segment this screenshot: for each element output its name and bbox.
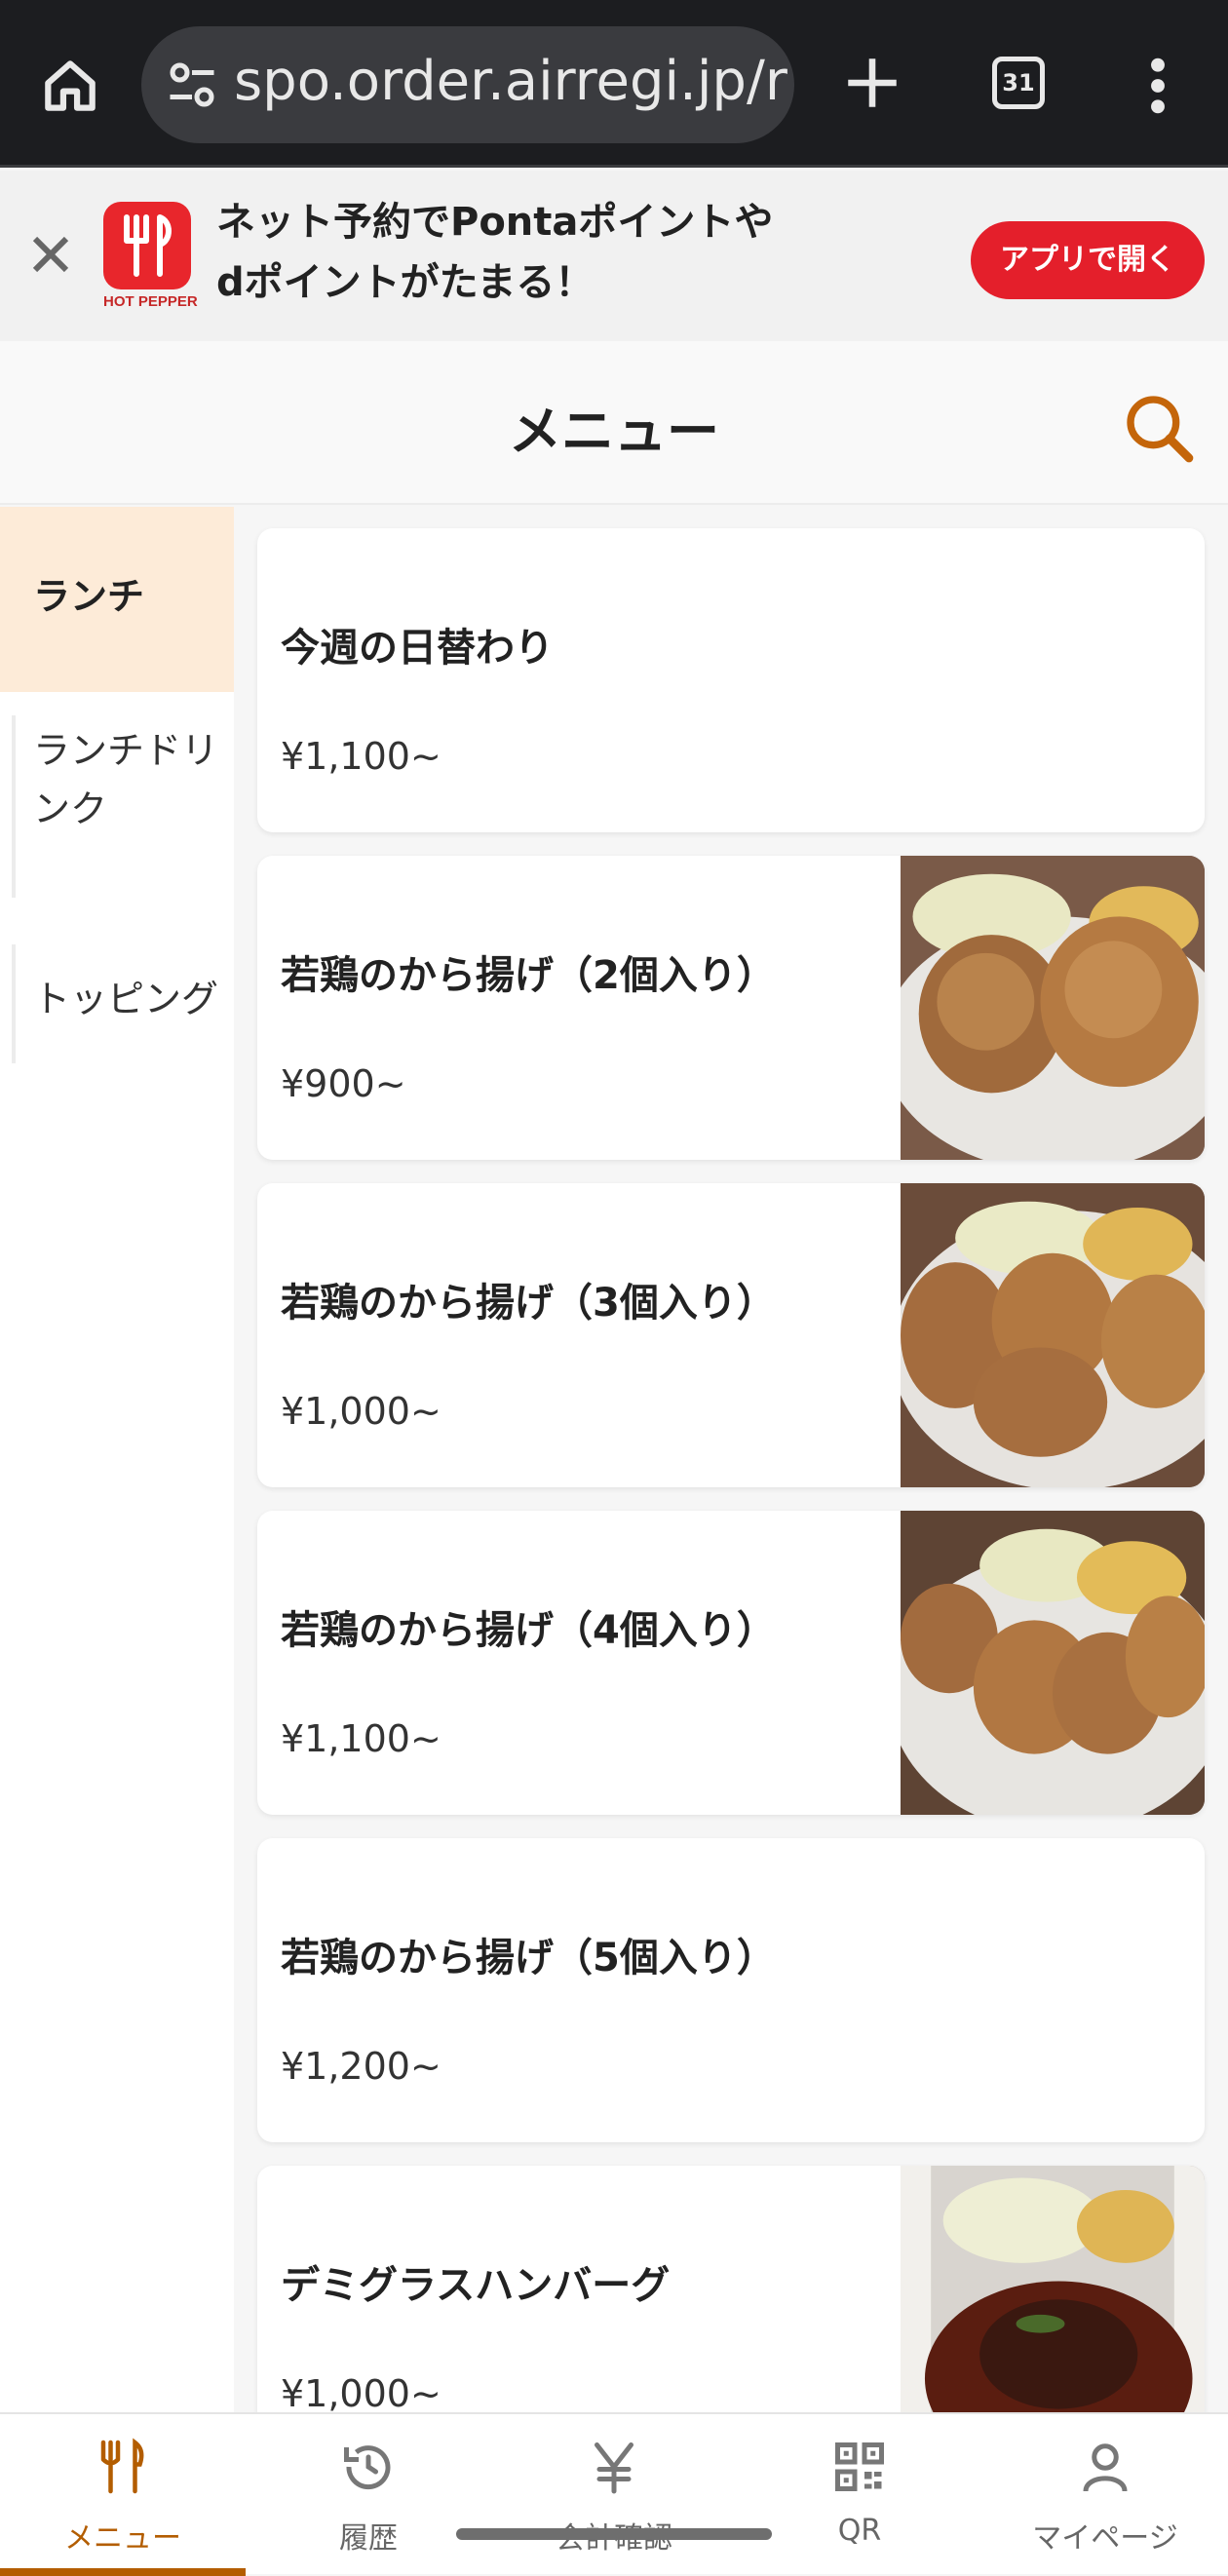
- menu-item-card[interactable]: 若鶏のから揚げ（5個入り） ¥1,200~: [257, 1838, 1205, 2142]
- category-divider: [12, 944, 16, 1063]
- banner-message: ネット予約でPontaポイントや dポイントがたまる！: [216, 200, 774, 305]
- search-icon[interactable]: [1121, 390, 1199, 468]
- item-price: ¥1,000~: [281, 2372, 441, 2415]
- category-lunch[interactable]: ランチ: [0, 507, 234, 692]
- new-tab-icon[interactable]: [840, 51, 904, 115]
- category-lunch-drink[interactable]: ランチドリンク: [0, 692, 234, 921]
- item-price: ¥1,100~: [281, 1717, 441, 1760]
- tab-history[interactable]: 履歴: [246, 2414, 491, 2576]
- fried-chicken-photo: [901, 856, 1205, 1160]
- item-name: 若鶏のから揚げ（5個入り）: [281, 1936, 776, 1980]
- tab-menu[interactable]: メニュー: [0, 2414, 246, 2576]
- user-icon: [1083, 2443, 1128, 2492]
- item-price: ¥900~: [281, 1062, 406, 1105]
- close-icon[interactable]: [27, 231, 74, 278]
- hotpepper-logo: HOT PEPPER: [103, 202, 198, 317]
- item-name: デミグラスハンバーグ: [281, 2263, 671, 2308]
- item-price: ¥1,000~: [281, 1390, 441, 1433]
- active-tab-underline: [0, 2568, 246, 2576]
- browser-toolbar: spo.order.airregi.jp/r 31: [0, 0, 1228, 168]
- history-icon: [344, 2445, 391, 2490]
- item-name: 若鶏のから揚げ（4個入り）: [281, 1608, 776, 1653]
- item-name: 今週の日替わり: [281, 626, 554, 671]
- page-title: メニュー: [509, 401, 719, 462]
- item-price: ¥1,100~: [281, 735, 441, 778]
- menu-item-card[interactable]: 今週の日替わり ¥1,100~: [257, 528, 1205, 832]
- category-divider: [12, 715, 16, 898]
- more-icon[interactable]: [1138, 55, 1177, 117]
- app-install-banner: HOT PEPPER ネット予約でPontaポイントや dポイントがたまる！ ア…: [0, 171, 1228, 341]
- fork-knife-icon: [124, 214, 172, 277]
- item-name: 若鶏のから揚げ（3個入り）: [281, 1281, 776, 1326]
- address-bar[interactable]: spo.order.airregi.jp/r: [141, 26, 794, 143]
- tab-qr[interactable]: QR: [737, 2414, 982, 2576]
- fried-chicken-photo: [901, 1511, 1205, 1815]
- open-in-app-button[interactable]: アプリで開く: [971, 221, 1205, 299]
- qr-code-icon: [835, 2442, 884, 2491]
- menu-item-card[interactable]: 若鶏のから揚げ（2個入り） ¥900~: [257, 856, 1205, 1160]
- item-price: ¥1,200~: [281, 2045, 441, 2088]
- category-topping[interactable]: トッピング: [0, 921, 234, 1087]
- site-settings-icon[interactable]: [163, 56, 221, 114]
- menu-item-list: 今週の日替わり ¥1,100~ 若鶏のから揚げ（2個入り） ¥900~ 若鶏のか…: [257, 528, 1205, 2493]
- category-sidebar: ランチ ランチドリンク トッピング: [0, 507, 234, 2412]
- fried-chicken-photo: [901, 1183, 1205, 1487]
- menu-item-card[interactable]: 若鶏のから揚げ（3個入り） ¥1,000~: [257, 1183, 1205, 1487]
- page-header: メニュー: [0, 341, 1228, 505]
- cutlery-icon: [100, 2438, 144, 2494]
- item-name: 若鶏のから揚げ（2個入り）: [281, 953, 776, 998]
- tab-checkout[interactable]: 会計確認: [491, 2414, 737, 2576]
- tab-mypage[interactable]: マイページ: [982, 2414, 1228, 2576]
- gesture-home-bar[interactable]: [456, 2528, 772, 2540]
- url-text: spo.order.airregi.jp/r: [234, 50, 787, 113]
- home-icon[interactable]: [37, 53, 103, 119]
- yen-icon: [595, 2442, 633, 2494]
- tabs-icon[interactable]: 31: [992, 57, 1045, 109]
- bottom-nav: メニュー 履歴 会計確認 QR: [0, 2412, 1228, 2576]
- menu-item-card[interactable]: 若鶏のから揚げ（4個入り） ¥1,100~: [257, 1511, 1205, 1815]
